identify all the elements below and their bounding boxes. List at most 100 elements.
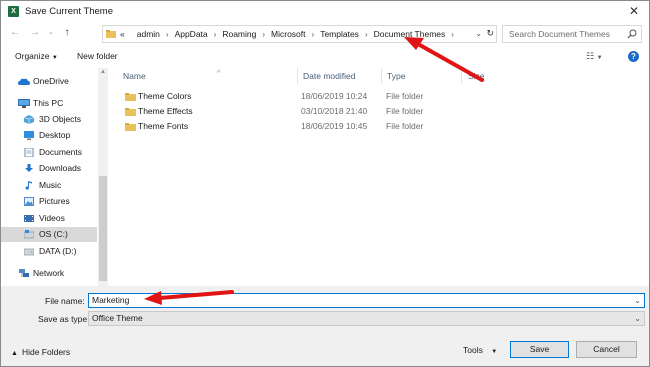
folder-icon [106, 30, 116, 38]
tools-button[interactable]: Tools ▼ [463, 345, 497, 355]
list-item[interactable]: Theme Fonts 18/06/2019 10:45 File folder [121, 119, 491, 134]
cloud-icon [18, 78, 30, 85]
drive-icon [24, 230, 34, 239]
excel-icon: X [8, 6, 19, 17]
list-item[interactable]: Theme Colors 18/06/2019 10:24 File folde… [121, 89, 491, 104]
drive-icon [24, 248, 34, 256]
breadcrumb-item[interactable]: Microsoft [271, 29, 305, 39]
nav-item-documents[interactable]: Documents [1, 145, 97, 160]
nav-item-desktop[interactable]: Desktop [1, 128, 97, 143]
breadcrumb-item-current[interactable]: Document Themes [374, 29, 446, 39]
file-name-field[interactable]: Marketing ⌄ [88, 293, 645, 308]
folder-icon [125, 93, 136, 101]
column-divider[interactable] [381, 68, 382, 84]
column-header-date[interactable]: Date modified [303, 71, 355, 81]
close-button[interactable]: ✕ [627, 4, 641, 18]
file-type: File folder [386, 91, 424, 101]
nav-item-onedrive[interactable]: OneDrive [1, 74, 97, 89]
breadcrumb: « admin › AppData › Roaming › Microsoft › Templat… [120, 29, 460, 39]
breadcrumb-item[interactable]: admin [137, 29, 160, 39]
search-input[interactable]: Search Document Themes [502, 25, 642, 43]
download-icon [25, 164, 33, 172]
save-button[interactable]: Save [510, 341, 569, 358]
dropdown-arrow-icon: ▼ [51, 55, 58, 61]
music-icon [25, 181, 32, 190]
dropdown-arrow-icon: ▼ [491, 349, 498, 355]
recent-locations-chevron-icon[interactable]: ⌄ [45, 27, 57, 39]
file-name: Theme Colors [138, 91, 192, 101]
nav-item-videos[interactable]: Videos [1, 211, 97, 226]
view-options-icon[interactable]: ☷ ▼ [586, 51, 603, 62]
sort-caret-icon: ^ [217, 70, 221, 77]
list-item[interactable]: Theme Effects 03/10/2018 21:40 File fold… [121, 104, 491, 119]
chevron-right-icon: › [311, 30, 315, 39]
documents-icon [24, 148, 34, 157]
hide-folders-button[interactable]: ▲ Hide Folders [11, 347, 70, 357]
back-arrow-icon[interactable]: ← [9, 27, 21, 39]
nav-item-music[interactable]: Music [1, 178, 97, 193]
chevron-right-icon: › [165, 30, 169, 39]
chevron-down-icon[interactable]: ⌄ [634, 312, 641, 325]
pictures-icon [24, 197, 34, 206]
up-arrow-icon[interactable]: ↑ [61, 27, 73, 39]
desktop-icon [24, 131, 34, 140]
file-type: File folder [386, 121, 424, 131]
chevron-down-icon[interactable]: ⌄ [634, 294, 641, 307]
nav-item-os-c[interactable]: OS (C:) [1, 227, 97, 242]
column-divider[interactable] [461, 68, 462, 84]
network-icon [19, 269, 29, 277]
address-bar[interactable]: « admin › AppData › Roaming › Microsoft › Templat… [102, 25, 497, 43]
scroll-thumb[interactable] [99, 176, 107, 281]
chevron-up-icon: ▲ [11, 350, 18, 357]
file-name-label: File name: [45, 296, 85, 306]
breadcrumb-item[interactable]: Roaming [222, 29, 256, 39]
cancel-button[interactable]: Cancel [576, 341, 637, 358]
nav-item-this-pc[interactable]: This PC [1, 96, 97, 111]
window-title: Save Current Theme [25, 6, 114, 17]
save-dialog: X Save Current Theme ✕ ← → ⌄ ↑ « admin › Ap… [0, 0, 650, 367]
column-header-size[interactable]: Size [468, 71, 485, 81]
file-name: Theme Effects [138, 106, 193, 116]
address-dropdown-icon[interactable]: ⌄ [475, 29, 482, 38]
file-name: Theme Fonts [138, 121, 189, 131]
new-folder-button[interactable]: New folder [77, 51, 118, 61]
help-icon[interactable]: ? [628, 51, 639, 62]
folder-icon [125, 123, 136, 131]
command-bar: Organize ▼ New folder ☷ ▼ ? [1, 47, 649, 67]
refresh-icon[interactable]: ↻ [486, 28, 494, 39]
column-header-type[interactable]: Type [387, 71, 405, 81]
file-type: File folder [386, 106, 424, 116]
cube-icon [24, 115, 34, 124]
scroll-up-arrow-icon[interactable]: ▲ [100, 69, 106, 75]
file-list: Name ^ Date modified Type Size Theme Colo… [111, 68, 649, 286]
chevron-right-icon: › [364, 30, 368, 39]
save-as-type-value: Office Theme [92, 313, 143, 323]
chevron-right-icon[interactable]: › [451, 30, 454, 39]
search-placeholder: Search Document Themes [509, 29, 610, 39]
organize-button[interactable]: Organize ▼ [15, 51, 58, 61]
nav-item-3d-objects[interactable]: 3D Objects [1, 112, 97, 127]
file-name-value: Marketing [92, 295, 130, 305]
navigation-pane: OneDrive This PC 3D Objects Desktop Docu… [1, 68, 109, 286]
nav-item-data-d[interactable]: DATA (D:) [1, 244, 97, 259]
breadcrumb-item[interactable]: AppData [175, 29, 208, 39]
file-date: 18/06/2019 10:45 [301, 121, 368, 131]
videos-icon [24, 215, 34, 222]
nav-item-pictures[interactable]: Pictures [1, 194, 97, 209]
breadcrumb-item[interactable]: Templates [320, 29, 359, 39]
search-icon [627, 29, 637, 39]
navigation-row: ← → ⌄ ↑ « admin › AppData › Roaming › Microsoft… [1, 23, 649, 45]
computer-icon [18, 99, 30, 108]
navigation-scrollbar[interactable]: ▲ [98, 68, 108, 286]
save-as-type-select[interactable]: Office Theme ⌄ [88, 311, 645, 326]
title-bar: X Save Current Theme ✕ [1, 1, 649, 23]
column-header-name[interactable]: Name ^ [123, 70, 220, 81]
column-divider[interactable] [297, 68, 298, 84]
forward-arrow-icon[interactable]: → [29, 27, 41, 39]
chevron-right-icon: › [213, 30, 217, 39]
breadcrumb-overflow[interactable]: « [120, 29, 125, 39]
file-date: 18/06/2019 10:24 [301, 91, 368, 101]
save-as-type-label: Save as type: [38, 314, 90, 324]
nav-item-downloads[interactable]: Downloads [1, 161, 97, 176]
nav-item-network[interactable]: Network [1, 266, 97, 281]
